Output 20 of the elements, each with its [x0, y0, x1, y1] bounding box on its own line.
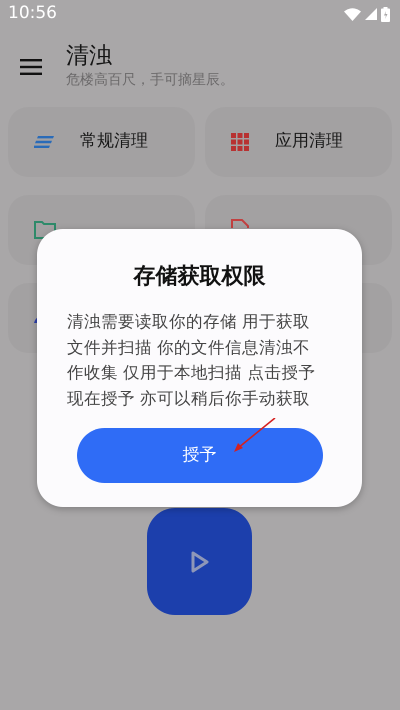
app-title: 清浊: [66, 42, 113, 70]
status-time: 10:56: [8, 2, 57, 26]
lines-icon: [34, 136, 54, 148]
signal-icon: [365, 8, 377, 20]
dialog-message: 清浊需要读取你的存储 用于获取文件并扫描 你的文件信息清浊不作收集 仅用于本地扫描 点击授予现在授予 亦可以稍后你手动获取: [67, 311, 316, 410]
tile-card[interactable]: 应用清理: [205, 107, 392, 177]
file-icon: [231, 219, 249, 228]
dialog-title: 存储获取权限: [132, 263, 266, 291]
play-icon: [190, 550, 208, 572]
battery-icon: [381, 6, 390, 22]
play-button[interactable]: [147, 508, 252, 615]
wifi-icon: [344, 8, 361, 20]
grant-button[interactable]: 授予: [76, 428, 322, 483]
tile-card[interactable]: 常规清理: [8, 107, 195, 177]
menu-icon[interactable]: [20, 59, 42, 75]
app-subtitle: 危楼高百尺，手可摘星辰。: [66, 71, 234, 90]
tile-label: 应用清理: [275, 130, 343, 154]
grid-icon: [231, 133, 249, 151]
tile-label: 常规清理: [80, 130, 148, 154]
annotation-arrow: [234, 418, 276, 452]
